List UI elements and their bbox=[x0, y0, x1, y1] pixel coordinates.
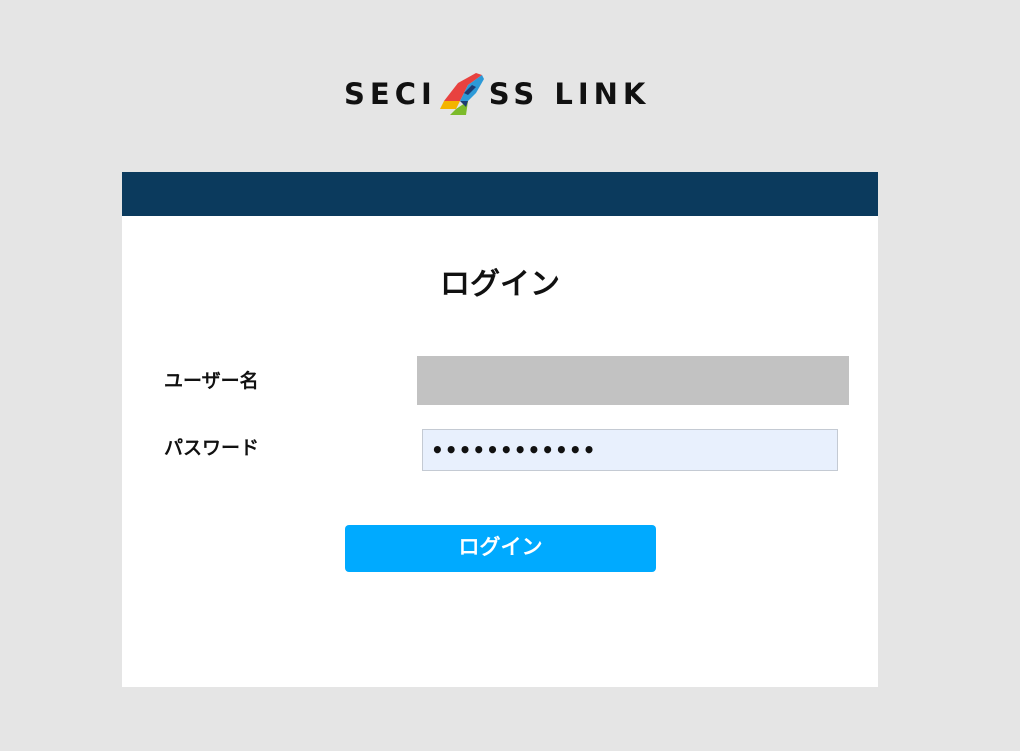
login-button[interactable]: ログイン bbox=[345, 525, 656, 572]
page-title: ログイン bbox=[440, 267, 560, 302]
username-input[interactable] bbox=[417, 356, 849, 405]
username-label: ユーザー名 bbox=[164, 370, 259, 392]
logo-mark-icon bbox=[439, 73, 484, 115]
login-card: ログイン ユーザー名 パスワード •••••••••••• ログイン bbox=[122, 172, 878, 687]
password-input[interactable]: •••••••••••• bbox=[422, 429, 838, 471]
password-label: パスワード bbox=[164, 437, 260, 459]
card-header-bar bbox=[122, 172, 878, 216]
logo-text-right: SS LINK bbox=[488, 76, 651, 111]
brand-logo: SECI SS LINK bbox=[344, 70, 660, 118]
logo-text-left: SECI bbox=[344, 76, 437, 111]
